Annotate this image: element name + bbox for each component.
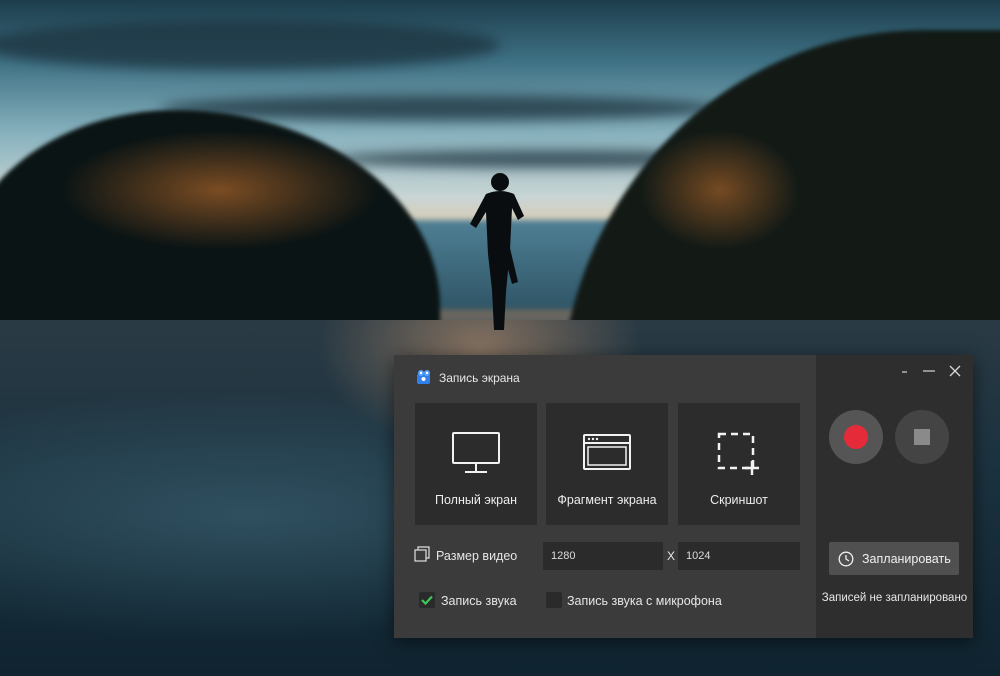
record-icon	[844, 425, 868, 449]
stop-button[interactable]	[895, 410, 949, 464]
video-size-icon	[414, 546, 430, 562]
close-button[interactable]	[946, 363, 964, 379]
screenshot-button[interactable]: Скриншот	[678, 403, 800, 525]
sunset-glow	[640, 130, 800, 250]
maximize-icon	[923, 370, 935, 372]
screen-fragment-button[interactable]: Фрагмент экрана	[546, 403, 668, 525]
sunset-glow	[60, 130, 380, 250]
schedule-button[interactable]: Запланировать	[829, 542, 959, 575]
record-mic-checkbox[interactable]	[546, 592, 562, 608]
schedule-button-label: Запланировать	[862, 551, 951, 566]
control-panel: Запланировать Записей не запланировано	[816, 355, 973, 638]
stop-icon	[914, 429, 930, 445]
schedule-status: Записей не запланировано	[821, 592, 968, 604]
runner-silhouette	[470, 173, 524, 330]
size-separator: X	[667, 549, 676, 563]
clock-icon	[838, 551, 854, 566]
minimize-icon	[902, 371, 907, 373]
browser-window-icon	[583, 434, 631, 470]
record-audio-label: Запись звука	[441, 594, 517, 608]
video-width-input[interactable]	[543, 542, 663, 570]
monitor-icon	[452, 432, 500, 473]
minimize-button[interactable]	[896, 363, 914, 379]
record-button[interactable]	[829, 410, 883, 464]
video-size-label: Размер видео	[436, 549, 518, 563]
screenshot-label: Скриншот	[710, 493, 768, 507]
close-icon	[949, 365, 961, 377]
main-panel: Запись экрана Полный экран Фрагмент экра…	[394, 355, 816, 638]
record-audio-checkbox[interactable]	[419, 592, 435, 608]
screen-fragment-label: Фрагмент экрана	[557, 493, 657, 507]
selection-crop-icon	[717, 432, 759, 475]
checkmark-icon	[421, 595, 433, 606]
full-screen-label: Полный экран	[435, 493, 517, 507]
screen-recorder-window: Запись экрана Полный экран Фрагмент экра…	[394, 355, 973, 638]
cloud	[0, 20, 500, 70]
record-mic-label: Запись звука с микрофона	[567, 594, 722, 608]
maximize-button[interactable]	[920, 363, 938, 379]
window-title: Запись экрана	[439, 371, 520, 385]
full-screen-button[interactable]: Полный экран	[415, 403, 537, 525]
video-height-input[interactable]	[678, 542, 800, 570]
camera-app-icon	[417, 370, 430, 384]
